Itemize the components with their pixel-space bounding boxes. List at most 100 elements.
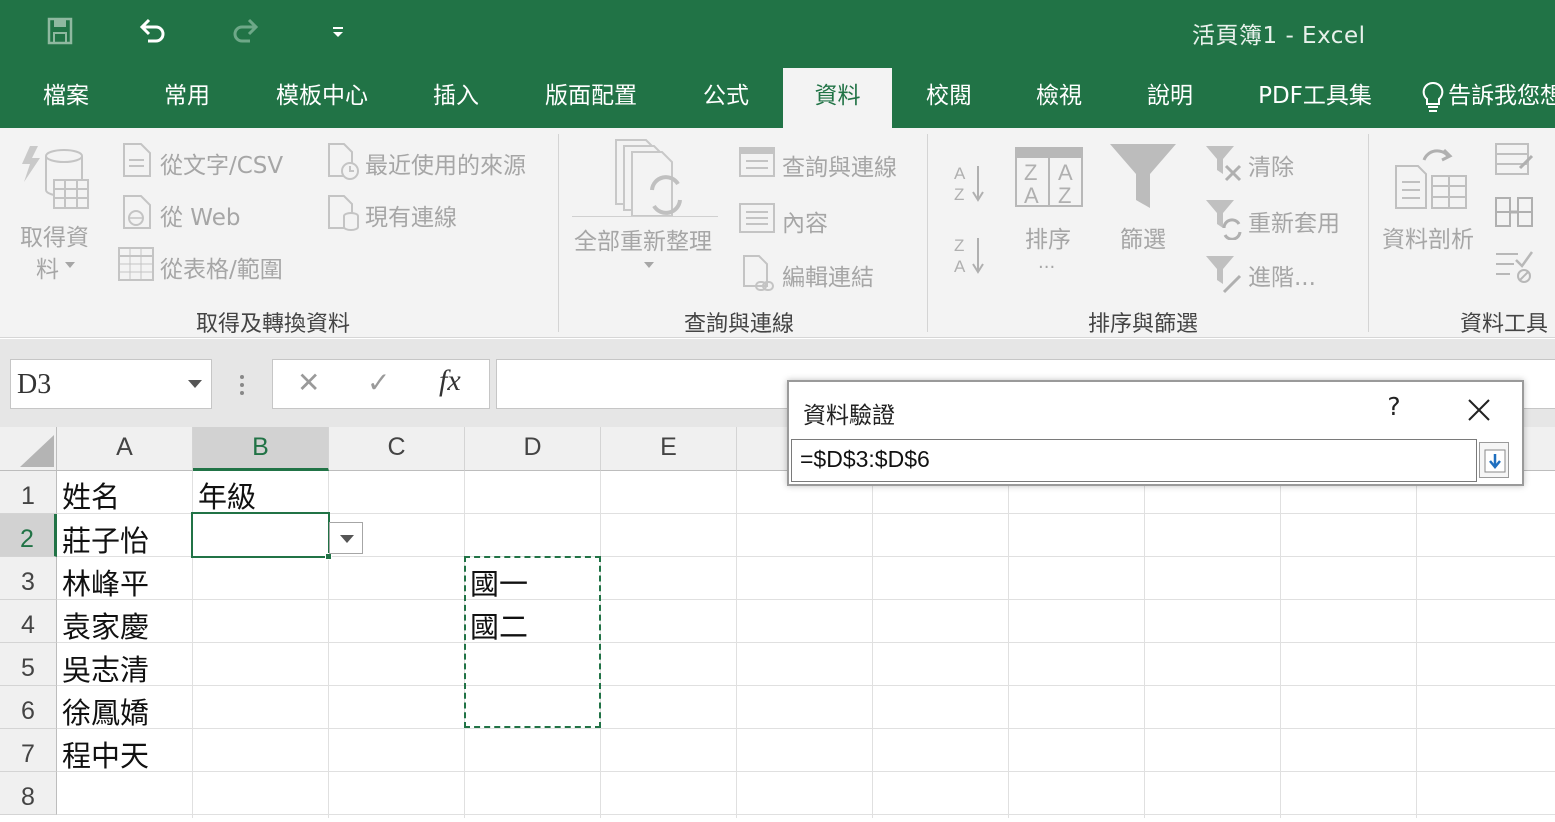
sort-z-to-a-button[interactable]: ZA [952, 234, 986, 280]
tab-template-center[interactable]: 模板中心 [262, 68, 382, 128]
tell-me-label: 告訴我您想 [1448, 83, 1555, 109]
edit-links-icon [743, 255, 774, 291]
formula-buttons: ✕ ✓ fx [272, 359, 490, 409]
svg-text:A: A [954, 257, 966, 276]
row-header-8[interactable]: 8 [0, 772, 57, 815]
row-header-3[interactable]: 3 [0, 557, 57, 600]
undo-icon[interactable] [134, 14, 170, 48]
gridline [57, 814, 1555, 815]
refresh-all-label: 全部重新整理 [574, 229, 712, 255]
redo-icon[interactable] [228, 14, 264, 48]
queries-connections-button[interactable]: 查詢與連線 [782, 148, 897, 182]
dialog-help-button[interactable]: ? [1379, 392, 1409, 428]
window-title: 活頁簿1 - Excel [1192, 23, 1366, 49]
column-header-e[interactable]: E [601, 427, 737, 471]
tab-page-layout[interactable]: 版面配置 [532, 68, 650, 128]
tab-review[interactable]: 校閱 [905, 68, 993, 128]
save-icon[interactable] [42, 14, 78, 48]
flash-fill-icon[interactable] [1494, 142, 1534, 180]
split-divider [572, 216, 718, 217]
existing-connections-button[interactable]: 現有連線 [365, 198, 457, 232]
data-validation-icon[interactable] [1494, 248, 1534, 284]
expand-dialog-button[interactable] [1479, 442, 1509, 478]
name-box[interactable]: D3 [10, 359, 212, 409]
tab-help[interactable]: 說明 [1126, 68, 1214, 128]
group-label-sort-filter: 排序與篩選 [1088, 312, 1199, 337]
from-text-csv-button[interactable]: 從文字/CSV [160, 146, 283, 180]
web-icon [123, 195, 151, 229]
tab-view[interactable]: 檢視 [1015, 68, 1103, 128]
get-data-label-2: 料 [36, 257, 59, 283]
cell-a1[interactable]: 姓名 [62, 474, 120, 516]
formula-bar-grip-icon[interactable] [238, 373, 246, 397]
cancel-icon[interactable]: ✕ [297, 366, 320, 399]
row-header-2[interactable]: 2 [0, 514, 57, 557]
row-header-1[interactable]: 1 [0, 471, 57, 514]
svg-text:Z: Z [1058, 183, 1071, 208]
text-file-icon [123, 143, 151, 177]
chevron-down-icon [65, 262, 75, 268]
cell-dropdown-button[interactable] [329, 522, 363, 554]
cell-a6[interactable]: 徐鳳嬌 [62, 690, 149, 732]
refresh-all-icon [615, 139, 682, 217]
advanced-button[interactable]: 進階... [1248, 258, 1316, 292]
gridline [872, 471, 873, 818]
gridline [57, 728, 1555, 729]
column-header-d[interactable]: D [465, 427, 601, 471]
tab-formulas[interactable]: 公式 [682, 68, 770, 128]
fill-handle[interactable] [325, 553, 332, 560]
tab-file[interactable]: 檔案 [22, 68, 110, 128]
text-to-columns-label: 資料剖析 [1382, 227, 1474, 253]
reapply-button[interactable]: 重新套用 [1248, 204, 1340, 238]
group-label-queries: 查詢與連線 [684, 312, 795, 337]
sort-desc-icon: ZA [954, 236, 984, 276]
group-label-get-transform: 取得及轉換資料 [196, 312, 351, 337]
sort-label: 排序 [1025, 227, 1071, 253]
remove-duplicates-icon[interactable] [1494, 194, 1534, 230]
enter-icon[interactable]: ✓ [367, 366, 390, 399]
select-all-corner[interactable] [0, 427, 57, 471]
properties-button[interactable]: 內容 [782, 204, 828, 238]
chevron-down-icon[interactable] [187, 378, 203, 390]
row-header-7[interactable]: 7 [0, 729, 57, 772]
svg-text:A: A [1024, 183, 1039, 208]
cell-a7[interactable]: 程中天 [62, 733, 149, 775]
recent-sources-button[interactable]: 最近使用的來源 [365, 146, 526, 180]
sort-a-to-z-button[interactable]: AZ [952, 162, 986, 204]
clear-button[interactable]: 清除 [1248, 148, 1294, 182]
tab-insert[interactable]: 插入 [412, 68, 500, 128]
data-validation-dialog: 資料驗證 ? =$D$3:$D$6 [787, 380, 1524, 486]
insert-function-icon[interactable]: fx [439, 364, 461, 398]
expand-dialog-icon [1484, 449, 1506, 473]
ribbon-tabs: 檔案 常用 模板中心 插入 版面配置 公式 資料 校閱 檢視 說明 PDF工具集… [0, 62, 1555, 128]
gridline [1008, 471, 1009, 818]
cell-b1[interactable]: 年級 [198, 474, 256, 516]
row-header-5[interactable]: 5 [0, 643, 57, 686]
customize-qat-icon[interactable] [320, 14, 356, 48]
column-header-b[interactable]: B [193, 427, 329, 471]
range-reference-input[interactable]: =$D$3:$D$6 [791, 439, 1477, 482]
tab-pdf-tools[interactable]: PDF工具集 [1244, 68, 1386, 128]
active-cell-b2[interactable] [191, 512, 330, 558]
name-box-value: D3 [17, 369, 52, 400]
from-table-range-button[interactable]: 從表格/範圍 [160, 250, 283, 284]
cell-a5[interactable]: 吳志清 [62, 647, 149, 689]
title-bar: 活頁簿1 - Excel [0, 0, 1555, 62]
sort-icon: ZAAZ [1015, 147, 1083, 208]
cell-a4[interactable]: 袁家慶 [62, 604, 149, 646]
row-header-4[interactable]: 4 [0, 600, 57, 643]
cell-a3[interactable]: 林峰平 [62, 561, 149, 603]
from-web-button[interactable]: 從 Web [160, 198, 240, 232]
recent-sources-icon [328, 143, 359, 180]
tab-data[interactable]: 資料 [783, 68, 892, 128]
existing-connections-icon [328, 195, 359, 231]
column-header-c[interactable]: C [329, 427, 465, 471]
row-header-6[interactable]: 6 [0, 686, 57, 729]
dialog-close-button[interactable] [1461, 392, 1497, 428]
chevron-down-icon [340, 535, 354, 543]
cell-a2[interactable]: 莊子怡 [62, 518, 149, 560]
column-header-a[interactable]: A [57, 427, 193, 471]
tab-home[interactable]: 常用 [143, 68, 231, 128]
tab-tell-me[interactable]: 告訴我您想 [1420, 68, 1555, 128]
edit-links-button[interactable]: 編輯連結 [782, 258, 874, 292]
